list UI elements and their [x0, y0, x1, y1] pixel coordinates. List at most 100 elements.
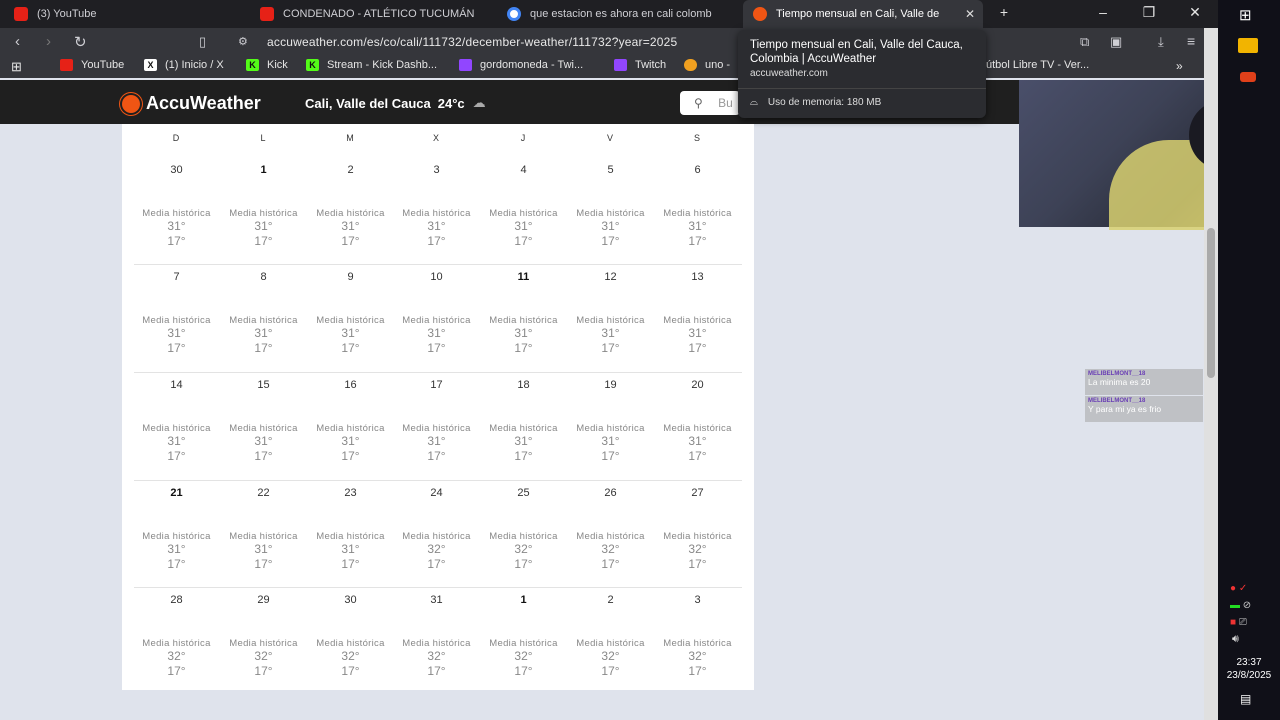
- calendar-day[interactable]: 1 Media histórica 31° 17°: [220, 164, 307, 249]
- notifications-icon[interactable]: ▤: [1240, 692, 1251, 706]
- calendar-day[interactable]: 21 Media histórica 31° 17°: [133, 487, 220, 572]
- calendar-day[interactable]: 31 Media histórica 32° 17°: [393, 594, 480, 679]
- bookmark-label: (1) Inicio / X: [165, 59, 224, 71]
- historical-average-label: Media histórica: [402, 531, 471, 542]
- calendar-day[interactable]: 22 Media histórica 31° 17°: [220, 487, 307, 572]
- tray-icon[interactable]: ■ ⎚: [1230, 617, 1247, 628]
- menu-icon[interactable]: ≡: [1187, 33, 1195, 49]
- calendar-day[interactable]: 12 Media histórica 31° 17°: [567, 271, 654, 356]
- minimize-icon[interactable]: –: [1093, 4, 1113, 20]
- historical-average-label: Media histórica: [316, 423, 385, 434]
- u-icon: U: [684, 59, 697, 71]
- more-bookmarks-icon[interactable]: »: [1176, 59, 1183, 73]
- search-input[interactable]: ⚲ Bu: [680, 91, 740, 115]
- clock-time[interactable]: 23:37: [1218, 657, 1280, 668]
- screenshot-icon[interactable]: ▣: [1110, 34, 1122, 50]
- high-temp: 32°: [688, 542, 707, 556]
- scroll-thumb[interactable]: [1207, 228, 1215, 378]
- bookmark-youtube[interactable]: YouTube: [60, 59, 124, 71]
- high-temp: 31°: [688, 326, 707, 340]
- historical-average-label: Media histórica: [402, 315, 471, 326]
- calendar-day[interactable]: 8 Media histórica 31° 17°: [220, 271, 307, 356]
- low-temp: 17°: [514, 341, 533, 355]
- bookmark-kick-dashboard[interactable]: K Stream - Kick Dashb...: [306, 59, 437, 71]
- calendar-day[interactable]: 24 Media histórica 32° 17°: [393, 487, 480, 572]
- day-number: 10: [430, 271, 443, 283]
- current-location[interactable]: Cali, Valle del Cauca 24°c ☁: [305, 95, 486, 111]
- historical-average-label: Media histórica: [663, 638, 732, 649]
- download-icon[interactable]: ⤓: [1158, 34, 1164, 50]
- tray-icon[interactable]: ▬ ⊘: [1230, 600, 1251, 611]
- clock-date[interactable]: 23/8/2025: [1218, 670, 1280, 681]
- tab-label: Tiempo mensual en Cali, Valle de: [776, 8, 940, 20]
- calendar-day[interactable]: 17 Media histórica 31° 17°: [393, 379, 480, 464]
- tab-youtube[interactable]: (3) YouTube: [14, 0, 244, 28]
- calendar-day[interactable]: 9 Media histórica 31° 17°: [307, 271, 394, 356]
- bookmark-uno[interactable]: Uuno -: [684, 59, 730, 71]
- calendar-day[interactable]: 25 Media histórica 32° 17°: [480, 487, 567, 572]
- close-window-icon[interactable]: ✕: [1185, 4, 1205, 21]
- bookmark-twitch[interactable]: Twitch: [614, 59, 666, 71]
- apps-icon[interactable]: ⊞: [11, 59, 22, 75]
- calendar-day[interactable]: 13 Media histórica 31° 17°: [654, 271, 741, 356]
- calendar-day[interactable]: 23 Media histórica 31° 17°: [307, 487, 394, 572]
- bookmark-kick[interactable]: K Kick: [246, 59, 288, 71]
- calendar-day[interactable]: 16 Media histórica 31° 17°: [307, 379, 394, 464]
- calendar-day[interactable]: 4 Media histórica 31° 17°: [480, 164, 567, 249]
- tray-icon[interactable]: ● ✓: [1230, 583, 1247, 594]
- back-icon[interactable]: ‹: [15, 33, 20, 50]
- calendar-day[interactable]: 3 Media histórica 31° 17°: [393, 164, 480, 249]
- app-icon[interactable]: [1240, 72, 1256, 82]
- page-scrollbar[interactable]: [1204, 28, 1218, 720]
- calendar-day[interactable]: 18 Media histórica 31° 17°: [480, 379, 567, 464]
- calendar-day[interactable]: 27 Media histórica 32° 17°: [654, 487, 741, 572]
- day-number: 31: [430, 594, 443, 606]
- calendar-day[interactable]: 1 Media histórica 32° 17°: [480, 594, 567, 679]
- day-number: 22: [257, 487, 270, 499]
- calendar-day[interactable]: 28 Media histórica 32° 17°: [133, 594, 220, 679]
- historical-average-label: Media histórica: [316, 208, 385, 219]
- historical-average-label: Media histórica: [316, 531, 385, 542]
- calendar-day[interactable]: 15 Media histórica 31° 17°: [220, 379, 307, 464]
- calendar-day[interactable]: 26 Media histórica 32° 17°: [567, 487, 654, 572]
- accuweather-logo[interactable]: AccuWeather: [122, 93, 261, 114]
- calendar-day[interactable]: 29 Media histórica 32° 17°: [220, 594, 307, 679]
- calendar-day[interactable]: 5 Media histórica 31° 17°: [567, 164, 654, 249]
- calendar-day[interactable]: 30 Media histórica 32° 17°: [307, 594, 394, 679]
- calendar-day[interactable]: 14 Media histórica 31° 17°: [133, 379, 220, 464]
- sun-icon: [122, 94, 140, 113]
- calendar-day[interactable]: 2 Media histórica 32° 17°: [567, 594, 654, 679]
- accuweather-icon: [753, 7, 767, 21]
- file-explorer-icon[interactable]: [1238, 38, 1258, 53]
- bookmark-icon[interactable]: ▯: [199, 34, 206, 50]
- forward-icon[interactable]: ›: [46, 33, 51, 50]
- historical-average-label: Media histórica: [229, 531, 298, 542]
- bookmark-label: Kick: [267, 59, 288, 71]
- calendar-day[interactable]: 10 Media histórica 31° 17°: [393, 271, 480, 356]
- tab-condenado[interactable]: CONDENADO - ATLÉTICO TUCUMÁN: [260, 0, 485, 28]
- calendar-day[interactable]: 7 Media histórica 31° 17°: [133, 271, 220, 356]
- bookmark-gordomoneda[interactable]: gordomoneda - Twi...: [459, 59, 583, 71]
- new-tab-icon[interactable]: +: [994, 4, 1014, 20]
- calendar-day[interactable]: 2 Media histórica 31° 17°: [307, 164, 394, 249]
- volume-icon[interactable]: 🔊︎: [1232, 633, 1239, 646]
- calendar-day[interactable]: 19 Media histórica 31° 17°: [567, 379, 654, 464]
- site-info-icon[interactable]: ⚙: [238, 35, 248, 48]
- calendar-day[interactable]: 30 Media histórica 31° 17°: [133, 164, 220, 249]
- tab-google[interactable]: que estacion es ahora en cali colomb: [507, 0, 727, 28]
- calendar-day[interactable]: 3 Media histórica 32° 17°: [654, 594, 741, 679]
- calendar-day[interactable]: 20 Media histórica 31° 17°: [654, 379, 741, 464]
- close-icon[interactable]: ✕: [965, 7, 975, 21]
- bookmark-futbol-libre[interactable]: útbol Libre TV - Ver...: [986, 59, 1089, 71]
- extensions-icon[interactable]: ⧉: [1080, 34, 1089, 50]
- high-temp: 32°: [601, 649, 620, 663]
- windows-start-icon[interactable]: ⊞: [1239, 6, 1252, 24]
- low-temp: 17°: [601, 341, 620, 355]
- restore-icon[interactable]: ❐: [1139, 4, 1159, 21]
- url-field[interactable]: accuweather.com/es/co/cali/111732/decemb…: [267, 35, 677, 49]
- calendar-day[interactable]: 6 Media histórica 31° 17°: [654, 164, 741, 249]
- calendar-day[interactable]: 11 Media histórica 31° 17°: [480, 271, 567, 356]
- reload-icon[interactable]: ↻: [74, 33, 87, 51]
- bookmark-x[interactable]: X (1) Inicio / X: [144, 59, 224, 71]
- tab-accuweather[interactable]: Tiempo mensual en Cali, Valle de ✕: [743, 0, 983, 28]
